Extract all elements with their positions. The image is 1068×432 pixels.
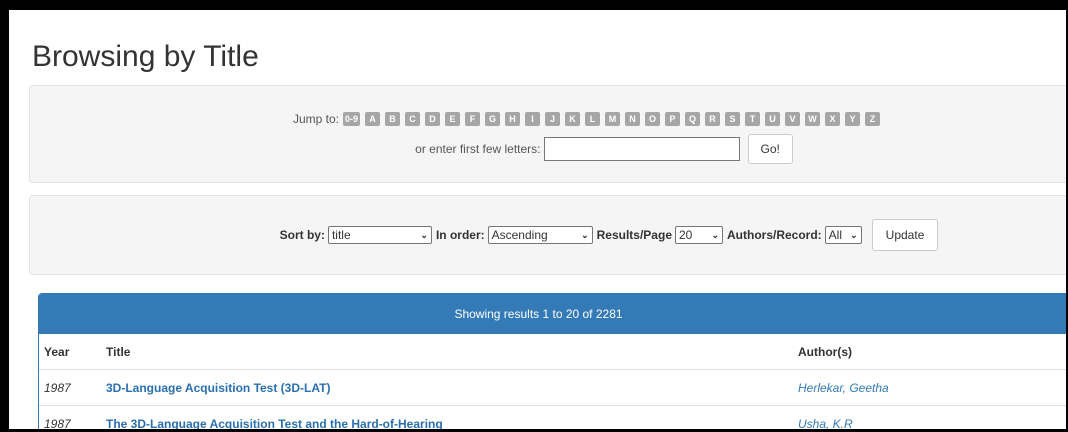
table-header-row: Year Title Author(s)	[39, 334, 1066, 370]
jump-letter-b[interactable]: B	[385, 112, 401, 126]
results-panel: Showing results 1 to 20 of 2281 Year Tit…	[38, 293, 1066, 430]
jump-letter-o[interactable]: O	[645, 112, 661, 126]
results-per-page-select[interactable]: 20 ⌄	[675, 226, 723, 244]
jump-letter-m[interactable]: M	[605, 112, 621, 126]
jump-letter-0-9[interactable]: 0-9	[343, 112, 361, 126]
order-value: Ascending	[491, 228, 548, 242]
sort-by-select[interactable]: title ⌄	[327, 226, 432, 244]
jump-letter-i[interactable]: I	[525, 112, 541, 126]
chevron-down-icon: ⌄	[581, 229, 589, 240]
sort-by-label: Sort by:	[279, 228, 325, 242]
sort-by-value: title	[331, 228, 351, 242]
update-button[interactable]: Update	[871, 219, 939, 251]
sort-panel: Sort by: title ⌄ In order: Ascending ⌄ R…	[29, 195, 1066, 275]
jump-letter-a[interactable]: A	[365, 112, 381, 126]
authors-per-record-label: Authors/Record:	[727, 228, 822, 242]
jump-letter-x[interactable]: X	[825, 112, 841, 126]
jump-letter-n[interactable]: N	[625, 112, 641, 126]
column-header-year[interactable]: Year	[39, 334, 105, 370]
jump-letter-c[interactable]: C	[405, 112, 421, 126]
row-year: 1987	[39, 405, 105, 429]
jump-letter-s[interactable]: S	[725, 112, 741, 126]
page-title: Browsing by Title	[32, 40, 259, 73]
jump-to-row: Jump to: 0-9 A B C D E F G H I J K L M N O P Q R S T U V W X Y Z	[30, 111, 1066, 126]
jump-letter-p[interactable]: P	[665, 112, 681, 126]
jump-letter-t[interactable]: T	[745, 112, 761, 126]
results-heading: Showing results 1 to 20 of 2281	[39, 294, 1066, 334]
jump-letter-r[interactable]: R	[705, 112, 721, 126]
column-header-title[interactable]: Title	[105, 334, 797, 370]
row-year: 1987	[39, 369, 105, 406]
jump-letter-f[interactable]: F	[465, 112, 481, 126]
jump-letter-e[interactable]: E	[445, 112, 461, 126]
order-select[interactable]: Ascending ⌄	[487, 226, 593, 244]
starts-with-label: or enter first few letters:	[415, 142, 541, 156]
jump-letter-j[interactable]: J	[545, 112, 561, 126]
letter-list: 0-9 A B C D E F G H I J K L M N O P Q R S T U V W X Y Z	[343, 111, 885, 126]
jump-letter-h[interactable]: H	[505, 112, 521, 126]
starts-with-input[interactable]	[543, 137, 740, 161]
jump-letter-v[interactable]: V	[785, 112, 801, 126]
results-table: Year Title Author(s) 1987 3D-Language Ac…	[39, 334, 1066, 430]
jump-letter-k[interactable]: K	[565, 112, 581, 126]
jump-letter-y[interactable]: Y	[845, 112, 861, 126]
chevron-down-icon: ⌄	[420, 229, 428, 240]
order-label: In order:	[435, 228, 485, 242]
table-row: 1987 3D-Language Acquisition Test (3D-LA…	[39, 369, 1066, 406]
jump-letter-d[interactable]: D	[425, 112, 441, 126]
jump-to-label: Jump to:	[292, 111, 339, 126]
results-per-page-value: 20	[679, 228, 693, 242]
jump-letter-l[interactable]: L	[585, 112, 601, 126]
starts-with-row: or enter first few letters: Go!	[30, 134, 1066, 164]
sort-options-row: Sort by: title ⌄ In order: Ascending ⌄ R…	[30, 219, 1066, 251]
chevron-down-icon: ⌄	[850, 229, 858, 240]
go-button[interactable]: Go!	[747, 134, 793, 164]
jump-letter-q[interactable]: Q	[685, 112, 701, 126]
page-frame: Browsing by Title Jump to: 0-9 A B C D E F G H I J…	[0, 0, 1068, 432]
column-header-authors[interactable]: Author(s)	[797, 334, 1066, 370]
results-per-page-label: Results/Page	[596, 228, 672, 242]
jump-letter-w[interactable]: W	[805, 112, 821, 126]
chevron-down-icon: ⌄	[711, 229, 719, 240]
table-row: 1987 The 3D-Language Acquisition Test an…	[39, 405, 1066, 430]
row-author-link[interactable]: Usha, K.R	[798, 417, 853, 430]
jump-letter-z[interactable]: Z	[865, 112, 881, 126]
jump-letter-g[interactable]: G	[485, 112, 501, 126]
row-title-link[interactable]: The 3D-Language Acquisition Test and the…	[106, 417, 443, 430]
jump-panel: Jump to: 0-9 A B C D E F G H I J K L M N O P Q R S T U V W X Y Z o…	[29, 85, 1066, 183]
authors-per-record-value: All	[828, 228, 843, 242]
authors-per-record-select[interactable]: All ⌄	[824, 226, 862, 244]
row-title-link[interactable]: 3D-Language Acquisition Test (3D-LAT)	[106, 381, 330, 395]
jump-letter-u[interactable]: U	[765, 112, 781, 126]
row-author-link[interactable]: Herlekar, Geetha	[798, 381, 889, 395]
